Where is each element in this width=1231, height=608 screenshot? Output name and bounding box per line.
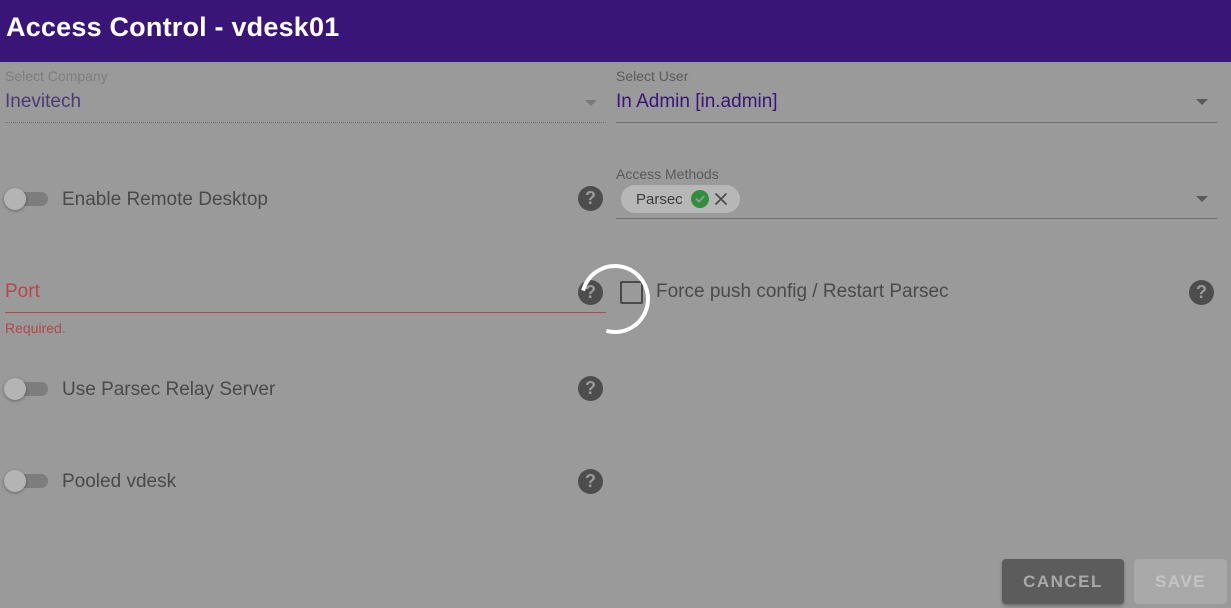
caret-down-icon[interactable] — [585, 100, 597, 106]
relay-server-toggle[interactable] — [0, 378, 48, 400]
toggle-thumb[interactable] — [4, 188, 26, 210]
help-icon[interactable]: ? — [1189, 280, 1214, 305]
remote-desktop-toggle[interactable] — [0, 188, 48, 210]
toggle-thumb[interactable] — [4, 378, 26, 400]
relay-server-label: Use Parsec Relay Server — [62, 379, 276, 400]
company-select[interactable]: Inevitech — [5, 91, 81, 113]
user-select[interactable]: In Admin [in.admin] — [616, 91, 778, 113]
user-label: Select User — [616, 68, 689, 84]
cancel-button[interactable]: CANCEL — [1002, 559, 1124, 604]
remote-desktop-label: Enable Remote Desktop — [62, 189, 268, 210]
pooled-toggle[interactable] — [0, 470, 48, 492]
help-icon[interactable]: ? — [578, 186, 603, 211]
access-methods-underline — [616, 218, 1217, 219]
close-icon[interactable] — [714, 192, 728, 206]
help-icon[interactable]: ? — [578, 376, 603, 401]
toggle-thumb[interactable] — [4, 470, 26, 492]
chip-label: Parsec — [636, 190, 683, 208]
access-method-chip: Parsec — [621, 185, 740, 213]
loading-spinner — [567, 251, 663, 347]
company-label: Select Company — [5, 68, 108, 84]
title-bar: Access Control - vdesk01 — [0, 0, 1231, 62]
port-underline — [5, 312, 606, 313]
access-methods-label: Access Methods — [616, 166, 719, 182]
company-underline — [5, 122, 606, 123]
caret-down-icon[interactable] — [1196, 196, 1208, 202]
help-icon[interactable]: ? — [578, 469, 603, 494]
check-circle-icon — [690, 190, 709, 208]
port-error-text: Required. — [5, 320, 66, 336]
pooled-label: Pooled vdesk — [62, 471, 177, 492]
window-title: Access Control - vdesk01 — [6, 12, 340, 42]
port-input[interactable]: Port — [5, 281, 40, 303]
force-push-label: Force push config / Restart Parsec — [656, 281, 949, 302]
user-underline — [616, 122, 1217, 123]
caret-down-icon[interactable] — [1196, 99, 1208, 105]
save-button[interactable]: SAVE — [1134, 559, 1227, 604]
